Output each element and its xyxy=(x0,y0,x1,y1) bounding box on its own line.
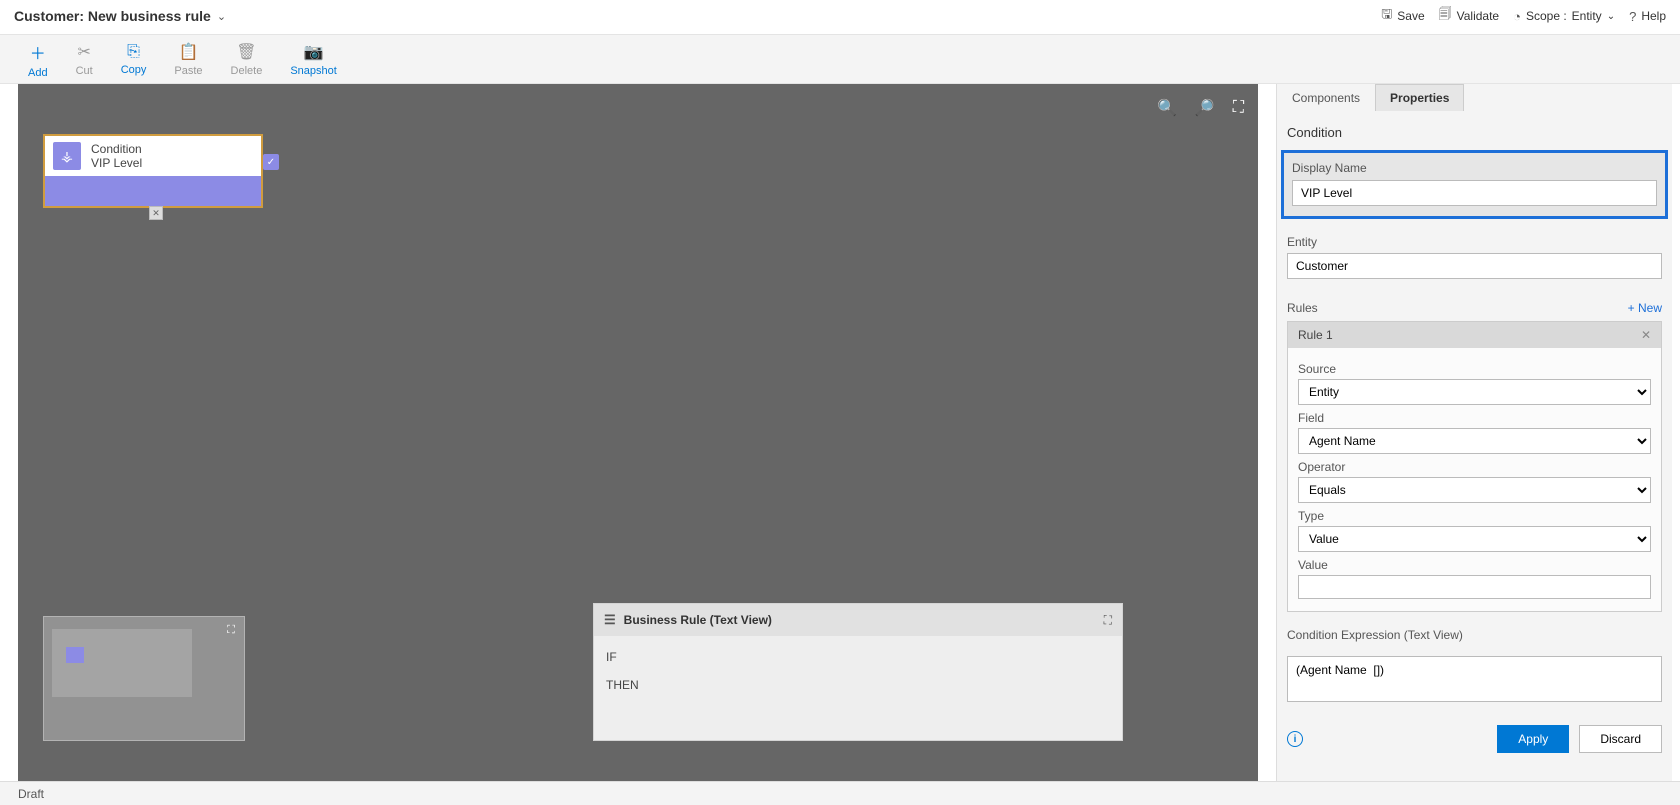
value-input[interactable] xyxy=(1298,575,1651,599)
minimap[interactable]: ⛶ xyxy=(43,616,245,741)
value-label: Value xyxy=(1298,558,1651,572)
text-view-title: Business Rule (Text View) xyxy=(624,613,772,627)
field-label: Field xyxy=(1298,411,1651,425)
condition-icon: ⚶ xyxy=(53,142,81,170)
condition-actions-bar[interactable] xyxy=(45,176,261,206)
camera-icon: 📷 xyxy=(304,42,324,62)
section-title: Condition xyxy=(1277,111,1672,150)
display-name-input[interactable] xyxy=(1292,180,1657,206)
cut-icon: ✂ xyxy=(77,42,90,62)
design-canvas[interactable]: 🔍 🔎 ⛶ ⚶ Condition VIP Level ✓ ✕ xyxy=(18,84,1258,781)
delete-label: Delete xyxy=(231,65,263,77)
scope-label: Scope : xyxy=(1526,9,1567,23)
close-icon[interactable]: ✕ xyxy=(1641,328,1651,342)
help-button[interactable]: ? Help xyxy=(1629,9,1666,24)
chevron-down-icon: ⌄ xyxy=(1607,11,1615,22)
fit-screen-icon[interactable]: ⛶ xyxy=(1233,99,1244,117)
validate-label: Validate xyxy=(1457,9,1499,23)
apply-button[interactable]: Apply xyxy=(1497,725,1569,753)
properties-panel: Components Properties Condition Display … xyxy=(1276,84,1672,781)
delete-button: 🗑 Delete xyxy=(217,38,277,81)
copy-label: Copy xyxy=(121,64,147,76)
text-view-if: IF xyxy=(606,650,1110,664)
entity-label: Entity xyxy=(1287,235,1662,249)
text-view-then: THEN xyxy=(606,678,1110,692)
add-label: Add xyxy=(28,67,48,79)
entity-input[interactable] xyxy=(1287,253,1662,279)
source-select[interactable]: Entity xyxy=(1298,379,1651,405)
minimap-node xyxy=(66,647,84,663)
minimap-viewport[interactable] xyxy=(52,629,192,697)
toolbar: ＋ Add ✂ Cut ⎘ Copy 📋 Paste 🗑 Delete 📷 Sn… xyxy=(0,34,1680,84)
rule-accordion: Rule 1 ✕ Source Entity Field Agent Name … xyxy=(1287,321,1662,612)
scope-icon: ◔ xyxy=(1513,9,1521,24)
zoom-in-icon[interactable]: 🔍 xyxy=(1157,98,1177,118)
expand-icon[interactable]: ⛶ xyxy=(224,623,238,637)
condition-name: VIP Level xyxy=(91,156,142,170)
tab-properties[interactable]: Properties xyxy=(1375,84,1464,111)
type-select[interactable]: Value xyxy=(1298,526,1651,552)
rule-header[interactable]: Rule 1 ✕ xyxy=(1288,322,1661,348)
status-text: Draft xyxy=(18,787,44,801)
display-name-field-highlight: Display Name xyxy=(1281,150,1668,219)
new-rule-link[interactable]: + New xyxy=(1628,301,1662,315)
paste-label: Paste xyxy=(174,65,202,77)
operator-select[interactable]: Equals xyxy=(1298,477,1651,503)
validate-button[interactable]: 🗐 Validate xyxy=(1439,5,1499,27)
zoom-out-icon[interactable]: 🔎 xyxy=(1195,98,1215,118)
rule-title: Rule 1 xyxy=(1298,328,1333,342)
tab-components[interactable]: Components xyxy=(1277,84,1375,111)
rules-label: Rules xyxy=(1287,301,1318,315)
text-view-icon: ☰ xyxy=(604,612,616,628)
snapshot-label: Snapshot xyxy=(290,65,336,77)
save-button[interactable]: 🖫 Save xyxy=(1381,5,1424,27)
discard-button[interactable]: Discard xyxy=(1579,725,1662,753)
validate-icon: 🗐 xyxy=(1439,5,1452,27)
entity-prefix: Customer: xyxy=(14,8,84,24)
display-name-label: Display Name xyxy=(1292,161,1657,175)
chevron-down-icon[interactable]: ⌄ xyxy=(217,10,226,23)
header-bar: Customer: New business rule ⌄ 🖫 Save 🗐 V… xyxy=(0,0,1680,32)
source-label: Source xyxy=(1298,362,1651,376)
field-select[interactable]: Agent Name xyxy=(1298,428,1651,454)
delete-icon: 🗑 xyxy=(236,42,256,62)
rule-title: New business rule xyxy=(88,8,211,24)
copy-icon: ⎘ xyxy=(127,43,140,61)
info-icon[interactable]: i xyxy=(1287,731,1303,747)
type-label: Type xyxy=(1298,509,1651,523)
paste-icon: 📋 xyxy=(179,42,199,62)
condition-node[interactable]: ⚶ Condition VIP Level ✓ ✕ xyxy=(43,134,263,208)
help-icon: ? xyxy=(1629,9,1636,24)
close-icon[interactable]: ✕ xyxy=(149,206,163,220)
snapshot-button[interactable]: 📷 Snapshot xyxy=(276,38,350,81)
paste-button: 📋 Paste xyxy=(160,38,216,81)
save-label: Save xyxy=(1397,9,1424,23)
expression-label: Condition Expression (Text View) xyxy=(1287,628,1662,642)
cut-label: Cut xyxy=(76,65,93,77)
expand-icon[interactable]: ⛶ xyxy=(1104,613,1112,628)
save-icon: 🖫 xyxy=(1381,5,1392,27)
header-title-group[interactable]: Customer: New business rule ⌄ xyxy=(14,8,226,24)
operator-label: Operator xyxy=(1298,460,1651,474)
copy-button[interactable]: ⎘ Copy xyxy=(107,39,161,80)
cut-button: ✂ Cut xyxy=(62,38,107,81)
help-label: Help xyxy=(1641,9,1666,23)
expression-textarea[interactable]: (Agent Name []) xyxy=(1287,656,1662,702)
condition-type-label: Condition xyxy=(91,142,142,156)
check-icon[interactable]: ✓ xyxy=(263,154,279,170)
plus-icon: ＋ xyxy=(30,40,46,64)
scope-dropdown[interactable]: ◔ Scope : Entity ⌄ xyxy=(1513,9,1615,24)
scope-value: Entity xyxy=(1572,9,1602,23)
status-bar: Draft xyxy=(0,781,1680,805)
add-button[interactable]: ＋ Add xyxy=(14,36,62,83)
text-view-panel: ☰ Business Rule (Text View) ⛶ IF THEN xyxy=(593,603,1123,741)
